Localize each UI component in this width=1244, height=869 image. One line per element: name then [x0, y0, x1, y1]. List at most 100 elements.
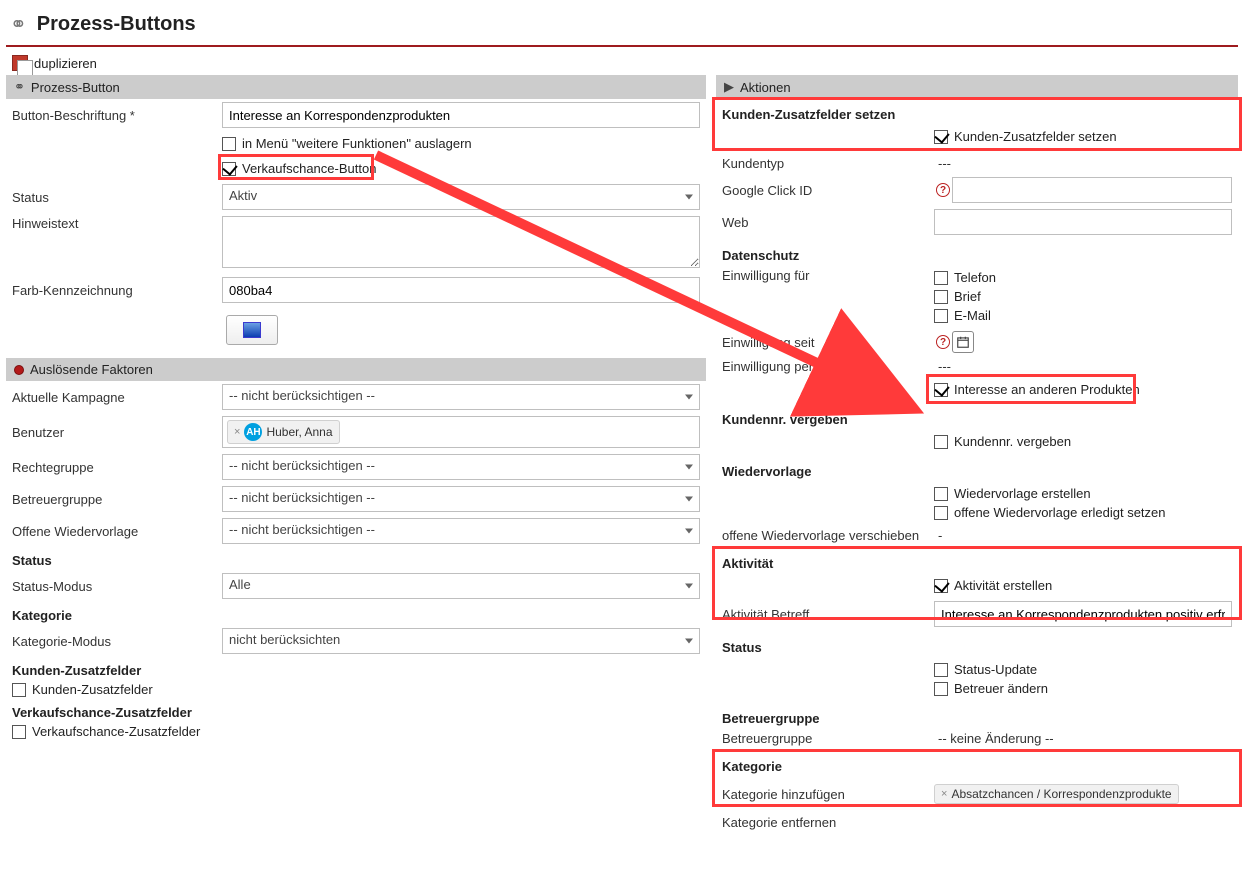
category-tag[interactable]: × Absatzchancen / Korrespondenzprodukte	[934, 784, 1179, 804]
row-user: Benutzer × AH Huber, Anna	[6, 413, 706, 451]
label-opp-button: Verkaufschance-Button	[242, 161, 376, 176]
input-gclid[interactable]	[952, 177, 1232, 203]
label-rights: Rechtegruppe	[12, 460, 222, 475]
value-consent-by: ---	[934, 359, 1232, 374]
value-move-open-followup: -	[934, 528, 1232, 543]
chevron-down-icon	[685, 639, 693, 644]
block-rstatus: Status Status-Update Betreuer ändern	[716, 632, 1238, 703]
header-rule	[6, 45, 1238, 47]
head-rstatus: Status	[722, 634, 1232, 657]
block-set-cust-extra: Kunden-Zusatzfelder setzen Kunden-Zusatz…	[716, 99, 1238, 151]
page: ⚭ Prozess-Buttons duplizieren ⚭ Prozess-…	[0, 0, 1244, 843]
label-change-carer: Betreuer ändern	[954, 681, 1048, 696]
color-swatch-icon	[243, 322, 261, 338]
checkbox-cust-extra[interactable]	[12, 683, 26, 697]
checkbox-assign-no[interactable]	[934, 435, 948, 449]
input-activity-subject[interactable]	[934, 601, 1232, 627]
input-color[interactable]	[222, 277, 700, 303]
checkbox-opp-extra[interactable]	[12, 725, 26, 739]
label-consent-for: Einwilligung für	[722, 268, 934, 283]
checkbox-phone[interactable]	[934, 271, 948, 285]
label-create-activity: Aktivität erstellen	[954, 578, 1052, 593]
section-title: Auslösende Faktoren	[30, 362, 153, 377]
row-in-menu: in Menü "weitere Funktionen" auslagern	[6, 131, 706, 156]
category-tags[interactable]: × Absatzchancen / Korrespondenzprodukte	[934, 779, 1232, 809]
label-phone: Telefon	[954, 270, 996, 285]
select-status-mode[interactable]: Alle	[222, 573, 700, 599]
label-button-label: Button-Beschriftung *	[12, 108, 222, 123]
label-add-category: Kategorie hinzufügen	[722, 787, 934, 802]
checkbox-done-open-followup[interactable]	[934, 506, 948, 520]
label-set-cust-extra: Kunden-Zusatzfelder setzen	[954, 129, 1117, 144]
link-icon: ⚭	[10, 12, 27, 37]
select-status[interactable]: Aktiv	[222, 184, 700, 210]
category-tag-label: Absatzchancen / Korrespondenzprodukte	[951, 787, 1171, 801]
row-color: Farb-Kennzeichnung	[6, 274, 706, 306]
label-caregroup: Betreuergruppe	[12, 492, 222, 507]
label-hint: Hinweistext	[12, 216, 222, 231]
checkbox-email[interactable]	[934, 309, 948, 323]
color-picker-button[interactable]	[226, 315, 278, 345]
duplicate-link[interactable]: duplizieren	[34, 56, 97, 71]
input-web[interactable]	[934, 209, 1232, 235]
select-category-mode[interactable]: nicht berücksichten	[222, 628, 700, 654]
calendar-button[interactable]	[952, 331, 974, 353]
select-campaign[interactable]: -- nicht berücksichtigen --	[222, 384, 700, 410]
label-remove-category: Kategorie entfernen	[722, 815, 934, 830]
block-assign-no: Kundennr. vergeben Kundennr. vergeben	[716, 404, 1238, 456]
user-tag-input[interactable]: × AH Huber, Anna	[222, 416, 700, 448]
label-letter: Brief	[954, 289, 981, 304]
chevron-down-icon	[685, 529, 693, 534]
block-followup: Wiedervorlage Wiedervorlage erstellen of…	[716, 456, 1238, 548]
checkbox-set-cust-extra[interactable]	[934, 130, 948, 144]
subhead-category: Kategorie	[6, 602, 706, 625]
checkbox-letter[interactable]	[934, 290, 948, 304]
label-assign-no: Kundennr. vergeben	[954, 434, 1071, 449]
columns: ⚭ Prozess-Button Button-Beschriftung * i…	[6, 75, 1238, 835]
label-status-mode: Status-Modus	[12, 579, 222, 594]
help-icon[interactable]: ?	[936, 183, 950, 197]
label-interest-other: Interesse an anderen Produkten	[954, 382, 1140, 397]
row-interest-other: Interesse an anderen Produkten	[722, 377, 1232, 402]
remove-tag-icon[interactable]: ×	[941, 788, 947, 800]
select-rights[interactable]: -- nicht berücksichtigen --	[222, 454, 700, 480]
input-button-label[interactable]	[222, 102, 700, 128]
row-category-mode: Kategorie-Modus nicht berücksichten	[6, 625, 706, 657]
record-icon	[14, 365, 24, 375]
select-open-followup[interactable]: -- nicht berücksichtigen --	[222, 518, 700, 544]
user-tag[interactable]: × AH Huber, Anna	[227, 420, 340, 444]
chevron-down-icon	[685, 195, 693, 200]
subhead-cust-extra: Kunden-Zusatzfelder	[6, 657, 706, 680]
label-caregroup-r: Betreuergruppe	[722, 731, 934, 746]
label-category-mode: Kategorie-Modus	[12, 634, 222, 649]
checkbox-create-followup[interactable]	[934, 487, 948, 501]
checkbox-status-update[interactable]	[934, 663, 948, 677]
checkbox-create-activity[interactable]	[934, 579, 948, 593]
select-caregroup[interactable]: -- nicht berücksichtigen --	[222, 486, 700, 512]
help-icon[interactable]: ?	[936, 335, 950, 349]
label-custtype: Kundentyp	[722, 156, 934, 171]
chevron-down-icon	[685, 465, 693, 470]
row-button-label: Button-Beschriftung *	[6, 99, 706, 131]
checkbox-opp-button[interactable]	[222, 162, 236, 176]
label-consent-since: Einwilligung seit	[722, 335, 934, 350]
label-move-open-followup: offene Wiedervorlage verschieben	[722, 528, 934, 543]
chevron-down-icon	[685, 395, 693, 400]
label-activity-subject: Aktivität Betreff	[722, 607, 934, 622]
row-status-mode: Status-Modus Alle	[6, 570, 706, 602]
checkbox-interest-other[interactable]	[934, 383, 948, 397]
row-open-followup: Offene Wiedervorlage -- nicht berücksich…	[6, 515, 706, 547]
row-cust-extra-chk: Kunden-Zusatzfelder	[6, 680, 706, 699]
remove-tag-icon[interactable]: ×	[234, 426, 240, 438]
toolbar: duplizieren	[6, 51, 1238, 75]
chevron-down-icon	[685, 584, 693, 589]
avatar: AH	[244, 423, 262, 441]
checkbox-change-carer[interactable]	[934, 682, 948, 696]
textarea-hint[interactable]	[222, 216, 700, 268]
chevron-down-icon	[685, 497, 693, 502]
play-icon: ▶	[724, 79, 734, 95]
checkbox-in-menu[interactable]	[222, 137, 236, 151]
label-campaign: Aktuelle Kampagne	[12, 390, 222, 405]
page-title: Prozess-Buttons	[37, 13, 196, 36]
head-set-cust-extra: Kunden-Zusatzfelder setzen	[722, 101, 1232, 124]
